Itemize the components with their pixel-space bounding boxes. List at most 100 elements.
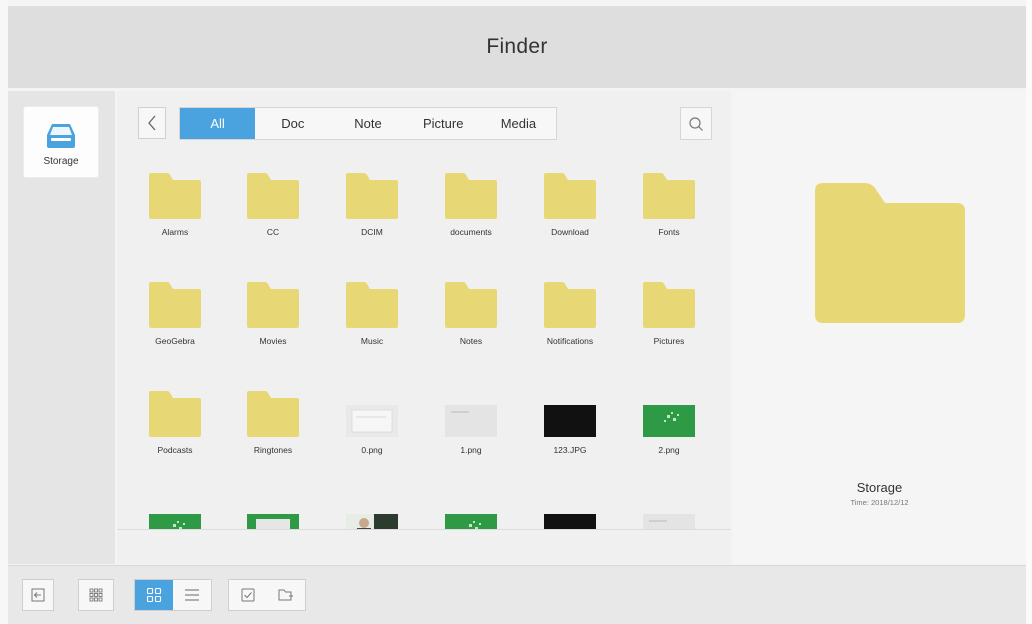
file-item[interactable] [431,500,511,529]
folder-item[interactable]: Alarms [135,173,215,273]
file-name: Download [551,227,589,237]
window-title: Finder [486,35,548,58]
folder-item[interactable]: GeoGebra [135,282,215,382]
file-name: GeoGebra [155,336,195,346]
tab-doc[interactable]: Doc [255,108,330,139]
file-name: Movies [259,336,287,346]
action-group [228,579,306,611]
file-name: Alarms [161,227,189,237]
folder-item[interactable]: Notifications [530,282,610,382]
file-name: CC [266,227,280,237]
folder-item[interactable]: Pictures [629,282,709,382]
view-toggle [134,579,212,611]
file-item[interactable]: 1.png [431,391,511,491]
folder-icon [247,173,299,219]
left-margin [0,0,8,624]
file-name: Ringtones [253,445,293,455]
file-name: DCIM [361,227,383,237]
select-button[interactable] [229,580,267,610]
app-grid-icon [89,588,103,602]
folder-item[interactable]: Notes [431,282,511,382]
title-bar: Finder [8,6,1026,88]
apps-button[interactable] [78,579,114,611]
folder-icon [149,282,201,328]
folder-icon [544,282,596,328]
preview-time: Time: 2018/12/12 [850,498,909,507]
file-name: 1.png [460,445,482,455]
chevron-left-icon [148,115,156,131]
folder-icon [247,391,299,437]
file-item[interactable] [530,500,610,529]
folder-item[interactable]: Podcasts [135,391,215,491]
image-thumbnail [247,500,299,529]
file-grid: Alarms CC DCIM documents Download Fonts GeoGeb… [117,161,731,529]
file-name: documents [450,227,492,237]
search-icon [689,116,703,131]
file-item[interactable] [233,500,313,529]
list-view-button[interactable] [173,580,211,610]
list-view-icon [185,589,199,601]
folder-item[interactable]: Fonts [629,173,709,273]
search-button[interactable] [680,107,712,140]
file-name: Notes [459,336,483,346]
folder-icon [643,282,695,328]
sidebar-item-storage[interactable]: Storage [24,107,98,177]
folder-item[interactable]: DCIM [332,173,412,273]
file-item[interactable] [135,500,215,529]
file-name: Podcasts [157,445,193,455]
image-thumbnail [346,500,398,529]
file-name: Fonts [658,227,680,237]
file-item[interactable]: 0.png [332,391,412,491]
folder-icon [346,173,398,219]
folder-icon [247,282,299,328]
grid-view-icon [146,587,162,603]
tab-picture[interactable]: Picture [406,108,481,139]
folder-preview-icon [815,183,965,323]
image-thumbnail [544,391,596,437]
tray-icon [47,124,75,148]
checkbox-icon [241,588,255,602]
file-name: 2.png [658,445,680,455]
file-item[interactable] [629,500,709,529]
folder-icon [445,282,497,328]
exit-icon [31,588,45,602]
image-thumbnail [445,391,497,437]
image-thumbnail [149,500,201,529]
file-item[interactable] [332,500,412,529]
tab-all[interactable]: All [180,108,256,139]
image-thumbnail [544,500,596,529]
preview-pane: Storage Time: 2018/12/12 [733,91,1026,564]
image-thumbnail [445,500,497,529]
bottom-toolbar [8,565,1026,624]
tab-note[interactable]: Note [330,108,405,139]
folder-icon [149,391,201,437]
preview-name: Storage [856,480,903,495]
folder-icon [149,173,201,219]
file-item[interactable]: 123.JPG [530,391,610,491]
folder-icon [643,173,695,219]
folder-item[interactable]: Movies [233,282,313,382]
file-item[interactable]: 2.png [629,391,709,491]
folder-item[interactable]: Music [332,282,412,382]
divider [117,529,731,530]
tab-media[interactable]: Media [481,108,556,139]
folder-item[interactable]: documents [431,173,511,273]
folder-item[interactable]: Ringtones [233,391,313,491]
filter-tabs: All Doc Note Picture Media [179,107,557,140]
folder-icon [544,173,596,219]
new-folder-button[interactable] [267,580,305,610]
sidebar-item-label: Storage [43,156,79,167]
back-button[interactable] [138,107,166,139]
sidebar: Storage [8,91,115,564]
exit-button[interactable] [22,579,54,611]
folder-icon [445,173,497,219]
folder-item[interactable]: Download [530,173,610,273]
image-thumbnail [643,391,695,437]
folder-item[interactable]: CC [233,173,313,273]
right-margin [1026,0,1032,624]
file-name: Notifications [546,336,594,346]
grid-view-button[interactable] [135,580,173,610]
file-name: 123.JPG [553,445,587,455]
new-folder-icon [278,589,293,601]
image-thumbnail [643,500,695,529]
